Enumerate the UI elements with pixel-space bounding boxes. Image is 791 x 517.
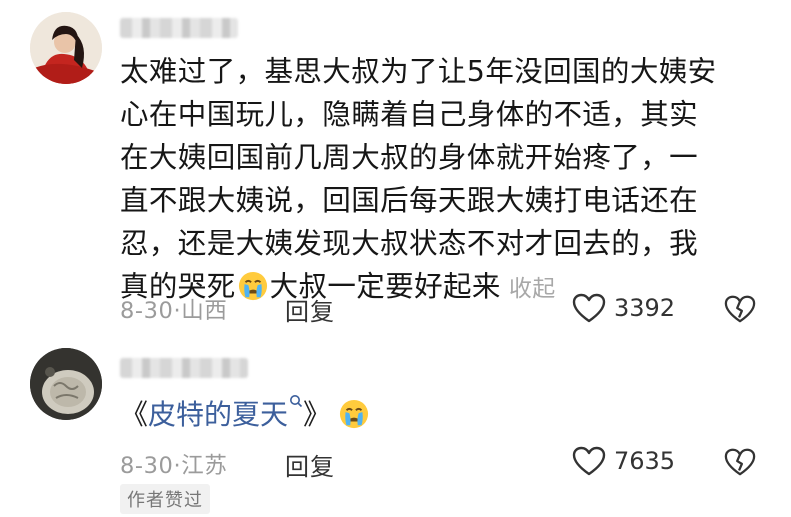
username[interactable]	[120, 358, 248, 378]
comment-text: 太难过了，基思大叔为了让5年没回国的大姨安 心在中国玩儿，隐瞒着自己身体的不适，…	[120, 55, 717, 303]
dislike-button[interactable]	[724, 447, 756, 477]
broken-heart-icon	[724, 295, 756, 323]
avatar[interactable]	[30, 348, 102, 420]
reply-button[interactable]: 回复	[285, 292, 335, 327]
like-button[interactable]: 3392	[572, 293, 675, 323]
author-liked-badge: 作者赞过	[120, 484, 210, 514]
heart-icon	[572, 446, 606, 476]
comment-meta: 8-30·江苏	[120, 453, 228, 479]
search-link[interactable]: 皮特的夏天	[148, 395, 303, 431]
username[interactable]	[120, 18, 238, 38]
comment-text: 《皮特的夏天》	[120, 393, 371, 433]
like-count: 3392	[614, 294, 676, 322]
like-count: 7635	[614, 447, 676, 475]
dislike-button[interactable]	[724, 294, 756, 324]
search-icon	[290, 395, 303, 408]
crying-face-icon	[238, 270, 268, 301]
reply-button[interactable]: 回复	[285, 447, 335, 482]
like-button[interactable]: 7635	[572, 446, 675, 476]
heart-icon	[572, 293, 606, 323]
avatar[interactable]	[30, 12, 102, 84]
broken-heart-icon	[724, 448, 756, 476]
collapse-link[interactable]: 收起	[509, 276, 556, 302]
crying-face-icon	[339, 399, 369, 429]
comment-meta: 8-30·山西	[120, 298, 228, 324]
